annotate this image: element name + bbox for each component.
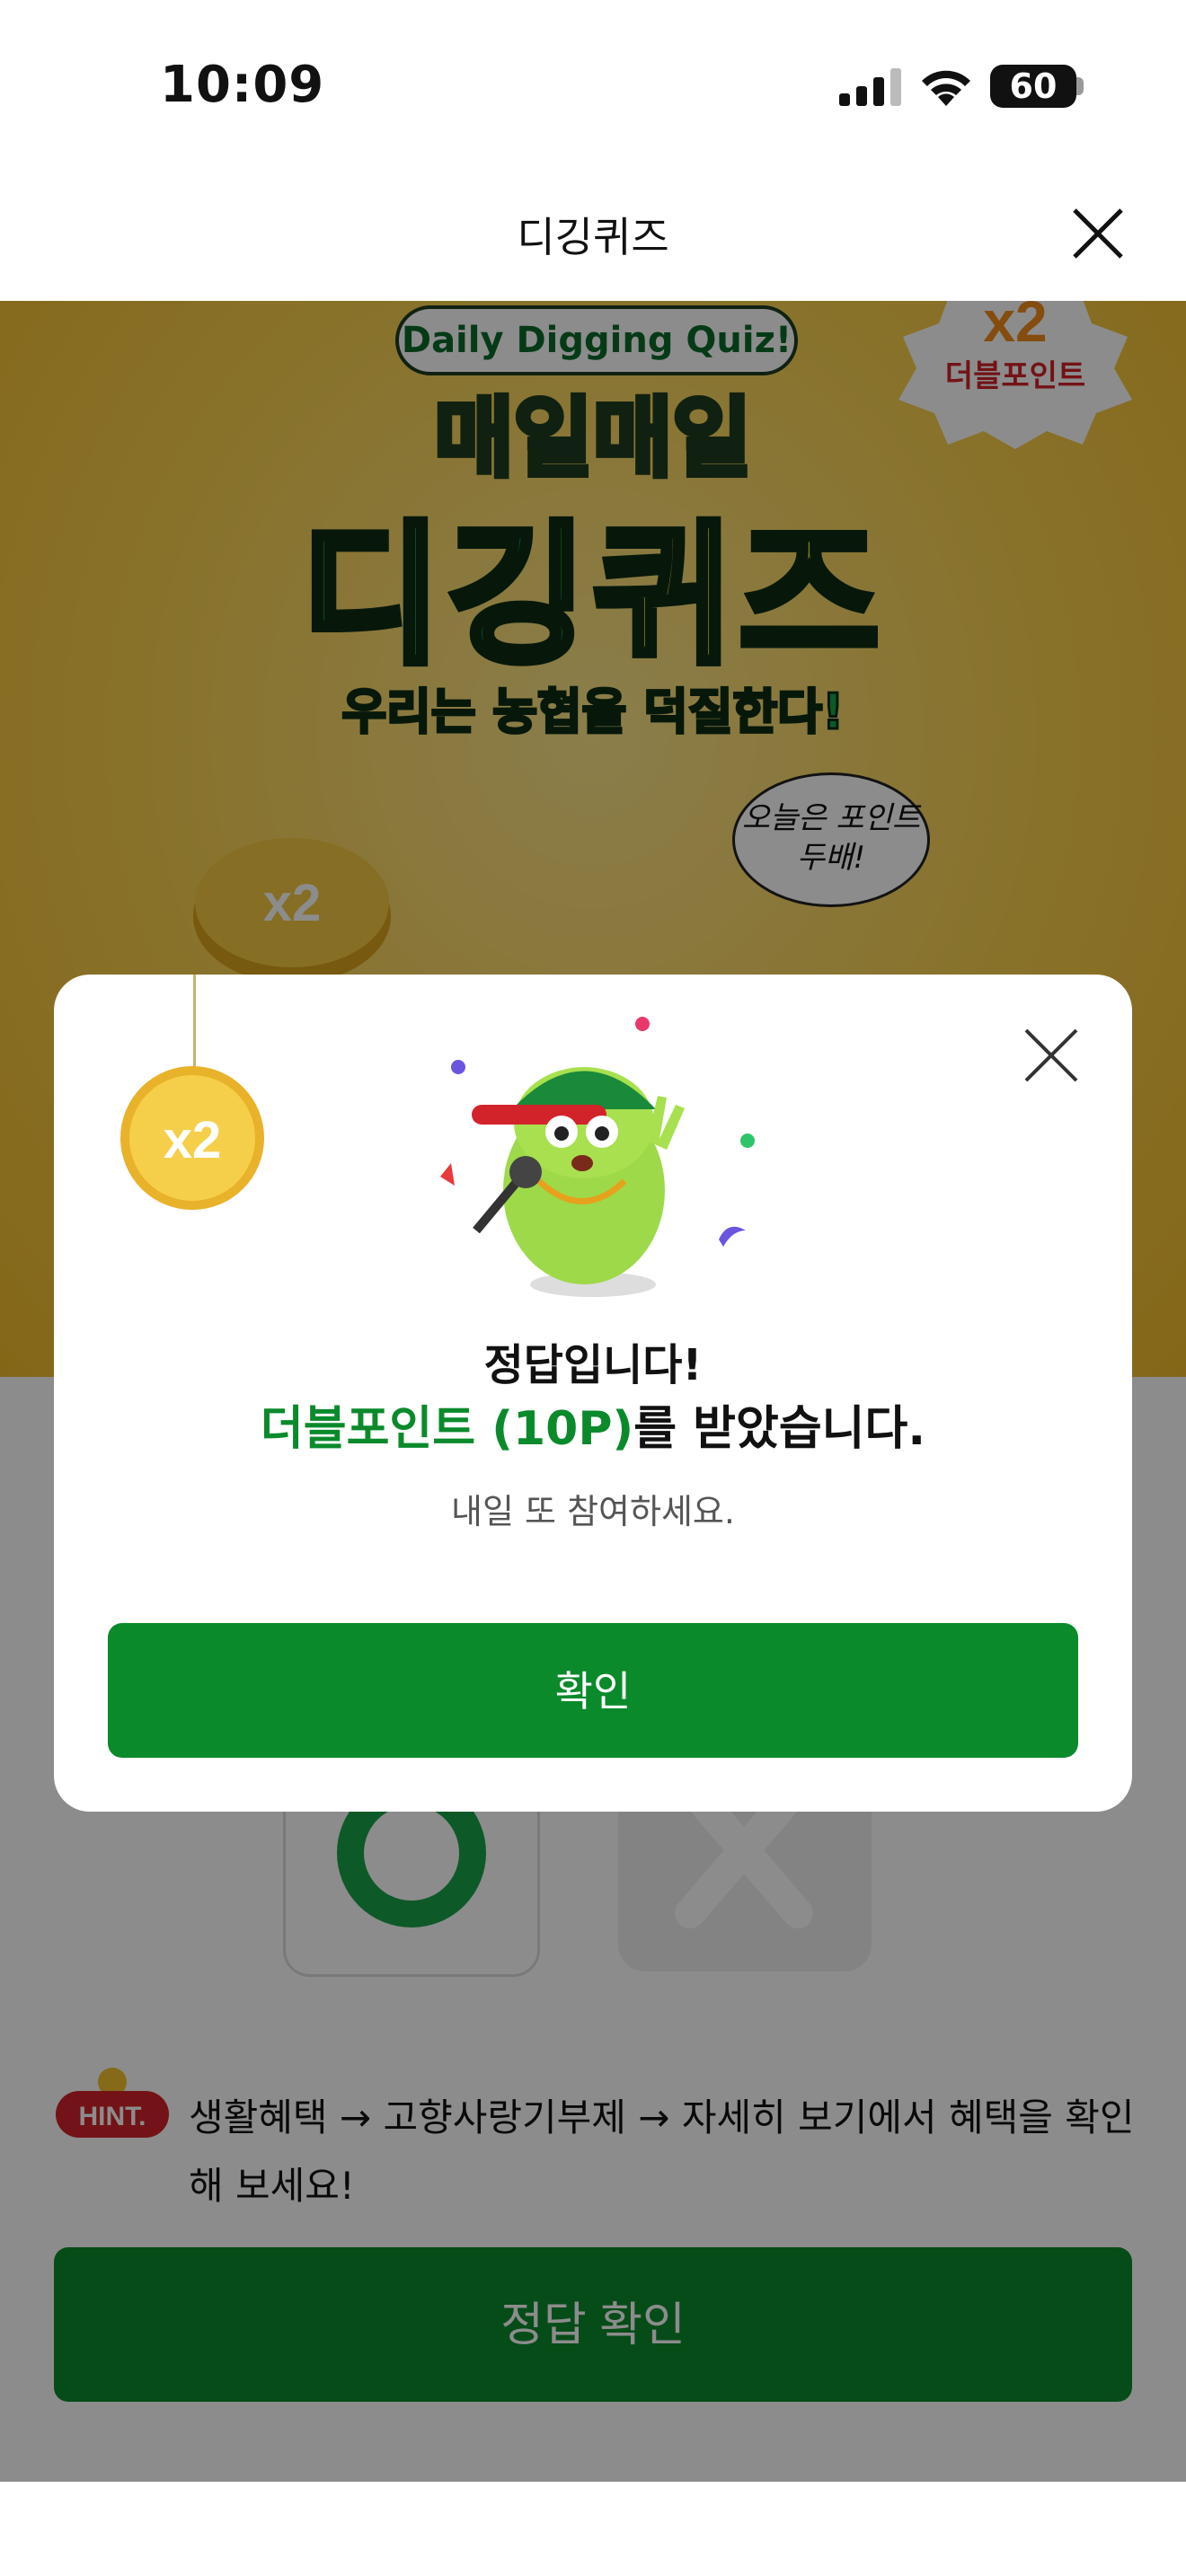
coin-label: x2 — [164, 1111, 222, 1169]
modal-close-icon[interactable] — [1022, 1027, 1080, 1084]
bottom-safe-area — [0, 2482, 1186, 2576]
battery-icon: 60 — [990, 65, 1076, 108]
wifi-icon — [922, 70, 970, 106]
close-icon[interactable] — [1069, 205, 1127, 262]
result-message: 더블포인트 (10P)를 받았습니다. — [54, 1390, 1132, 1458]
status-time: 10:09 — [160, 56, 325, 114]
confirm-button[interactable]: 확인 — [108, 1623, 1078, 1758]
result-title: 정답입니다! — [483, 1340, 703, 1390]
mascot-illustration — [440, 1017, 755, 1297]
double-coin-icon: x2 — [120, 1066, 264, 1210]
result-subtext: 내일 또 참여하세요. — [451, 1492, 735, 1531]
result-suffix: 를 받았습니다. — [633, 1402, 926, 1456]
battery-cap — [1076, 77, 1084, 95]
page-title: 디깅퀴즈 — [517, 213, 669, 261]
cellular-signal-icon — [839, 68, 901, 106]
coin-string — [193, 975, 196, 1069]
result-highlight: 더블포인트 (10P) — [260, 1402, 634, 1456]
